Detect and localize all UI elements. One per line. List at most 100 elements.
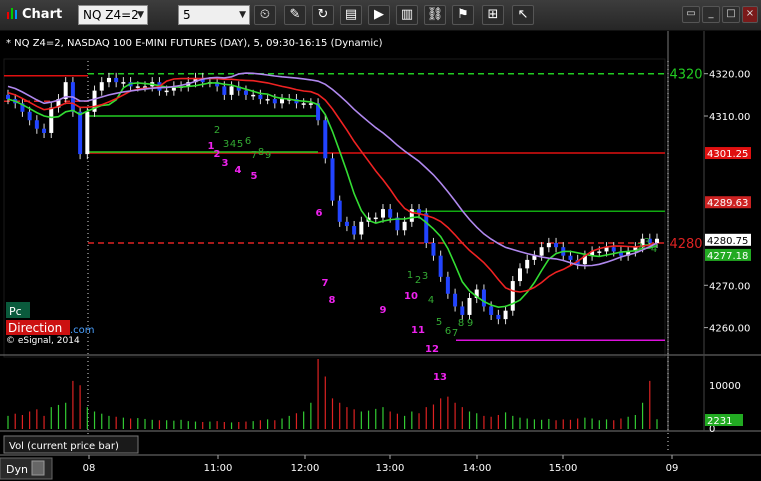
time-tick-label: 08 <box>83 463 96 474</box>
level-label-4320: 4320 <box>669 68 702 83</box>
count-label-magenta: 2 <box>214 149 221 160</box>
count-label-green: 2 <box>214 125 220 136</box>
candle-body <box>517 268 522 282</box>
time-tick-label: 09 <box>666 463 679 474</box>
candle-body <box>655 238 659 243</box>
count-label-magenta: 4 <box>235 165 242 176</box>
candle-body <box>251 94 256 97</box>
price-flag-label: 4301.25 <box>707 149 748 160</box>
count-label-green: 4 <box>428 295 434 306</box>
volume-label: Vol (current price bar) <box>9 441 119 452</box>
chart-app-icon <box>6 5 18 25</box>
chart-area[interactable]: * NQ Z4=2, NASDAQ 100 E-MINI FUTURES (DA… <box>0 31 761 481</box>
time-tick-label: 12:00 <box>291 463 320 474</box>
level-label-4280: 4280 <box>669 237 702 252</box>
candle-body <box>99 82 104 91</box>
candle-body <box>431 242 436 256</box>
grid-icon[interactable]: ⊞ <box>482 5 504 25</box>
bars-icon[interactable]: ▥ <box>396 5 418 25</box>
time-tick-label: 13:00 <box>376 463 405 474</box>
candle-body <box>121 82 126 84</box>
count-label-magenta: 7 <box>322 278 329 289</box>
symbol-combobox[interactable]: NQ Z4=2 ▼ <box>78 5 148 25</box>
count-label-green: 5 <box>237 139 243 150</box>
count-label-green: 6 <box>245 136 251 147</box>
logo-direction: Direction <box>8 321 62 335</box>
count-label-green: 5 <box>436 317 442 328</box>
candle-body <box>460 306 465 315</box>
candle-body <box>489 306 494 315</box>
logo-pc: Pc <box>9 305 22 318</box>
chevron-down-icon[interactable]: ▼ <box>137 6 144 24</box>
count-label-green: 8 <box>458 318 464 329</box>
candle-body <box>34 120 39 129</box>
refresh-icon[interactable]: ↻ <box>312 5 334 25</box>
count-label-magenta: 9 <box>380 305 387 316</box>
count-label-magenta: 3 <box>222 158 229 169</box>
interval-value: 5 <box>183 8 191 22</box>
chevron-down-icon[interactable]: ▼ <box>239 6 246 24</box>
candle-body <box>438 255 443 277</box>
candle-body <box>352 226 357 235</box>
price-chart[interactable]: * NQ Z4=2, NASDAQ 100 E-MINI FUTURES (DA… <box>0 31 761 481</box>
interval-combobox[interactable]: 5 ▼ <box>178 5 250 25</box>
price-tick-label: 4270.00 <box>709 281 750 292</box>
count-label-green: 2 <box>637 242 643 253</box>
close-icon[interactable]: × <box>742 6 758 23</box>
count-label-green: 2 <box>415 275 421 286</box>
count-label-magenta: 8 <box>329 295 336 306</box>
window-controls: ▭ _ □ × <box>682 5 758 25</box>
candle-body <box>49 107 54 133</box>
candle-body <box>258 94 263 100</box>
price-flag-label: 4289.63 <box>707 198 748 209</box>
count-label-green: 3 <box>644 237 650 248</box>
candle-body <box>373 217 378 220</box>
candle-body <box>554 242 559 248</box>
pencil-icon[interactable]: ✎ <box>284 5 306 25</box>
candle-body <box>330 158 335 201</box>
clock-icon[interactable]: ⏲ <box>254 5 276 25</box>
candle-body <box>388 209 393 218</box>
lock-icon <box>31 460 45 476</box>
price-flag-label: 4277.18 <box>707 251 748 262</box>
maximize-icon[interactable]: □ <box>722 6 740 23</box>
studies-icon[interactable]: ▤ <box>340 5 362 25</box>
count-label-green: 4 <box>651 244 657 255</box>
candle-body <box>301 103 306 105</box>
time-tick-label: 15:00 <box>549 463 578 474</box>
time-tick-label: 14:00 <box>463 463 492 474</box>
price-tick-label: 4320.00 <box>709 70 750 81</box>
candle-body <box>539 247 544 256</box>
candle-body <box>344 221 349 227</box>
candle-body <box>424 213 429 243</box>
count-label-magenta: 6 <box>316 208 323 219</box>
count-label-green: 8 <box>258 147 264 158</box>
candle-body <box>597 251 602 253</box>
minimize-icon[interactable]: _ <box>702 6 720 23</box>
play-icon[interactable]: ▶ <box>368 5 390 25</box>
candle-body <box>546 242 551 248</box>
candle-body <box>85 111 90 155</box>
candle-body <box>42 128 47 133</box>
count-label-green: 9 <box>467 318 473 329</box>
candle-body <box>243 90 248 95</box>
candle-body <box>164 90 169 93</box>
candle-body <box>481 289 486 307</box>
link-icon[interactable]: ⛓ <box>424 5 446 25</box>
restore-icon[interactable]: ▭ <box>682 6 700 23</box>
volume-flag-label: 2231 <box>707 416 732 427</box>
candle-body <box>135 86 140 88</box>
price-flag-label: 4280.75 <box>707 236 748 247</box>
candle-body <box>78 111 83 155</box>
count-label-magenta: 12 <box>425 344 439 355</box>
price-tick-label: 4260.00 <box>709 324 750 335</box>
time-tick-label: 11:00 <box>204 463 233 474</box>
candle-body <box>337 200 342 222</box>
candle-body <box>611 247 616 252</box>
cursor-icon[interactable]: ↖ <box>512 5 534 25</box>
tag-icon[interactable]: ⚑ <box>452 5 474 25</box>
candle-body <box>359 221 364 235</box>
symbol-value: NQ Z4=2 <box>83 8 139 22</box>
candle-body <box>222 86 227 95</box>
candle-body <box>323 120 328 159</box>
